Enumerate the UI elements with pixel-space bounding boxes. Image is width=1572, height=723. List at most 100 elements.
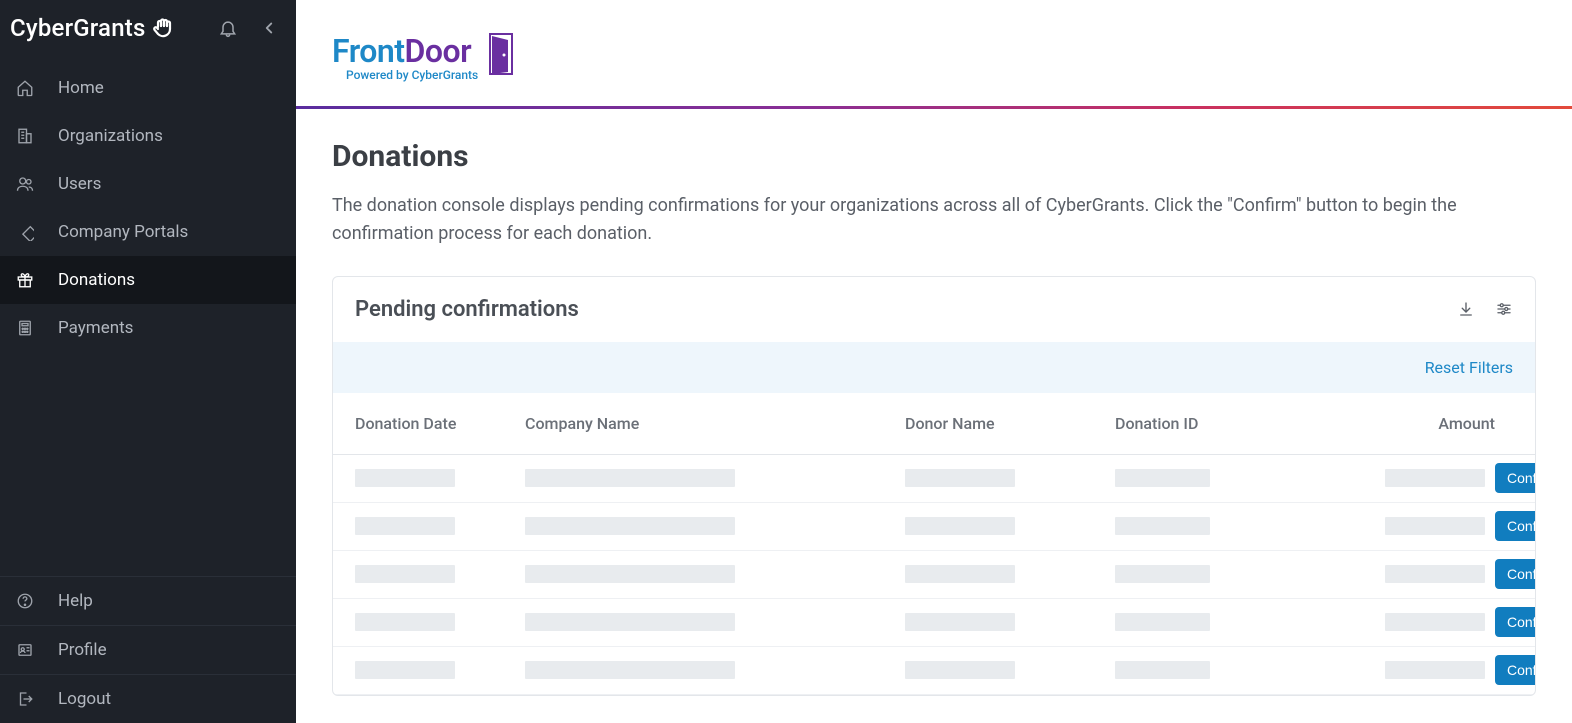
confirm-button[interactable]: Confirm (1495, 655, 1536, 685)
table-row: Confirm (333, 647, 1535, 695)
confirm-button[interactable]: Confirm (1495, 607, 1536, 637)
logo-door: Door (405, 32, 472, 70)
logo-text: FrontDoor Powered by CyberGrants (332, 32, 478, 82)
table-row: Confirm (333, 551, 1535, 599)
download-icon[interactable] (1457, 300, 1475, 318)
col-amount[interactable]: Amount (1295, 414, 1495, 433)
page-description: The donation console displays pending co… (332, 192, 1512, 248)
table-body: Confirm Confirm Confirm Confirm Confirm (333, 455, 1535, 695)
cell-donation-id (1115, 613, 1210, 631)
sidebar-header: CyberGrants (0, 0, 296, 56)
cell-donation-date (355, 469, 455, 487)
table-header: Donation Date Company Name Donor Name Do… (333, 393, 1535, 455)
sidebar-item-payments[interactable]: Payments (0, 304, 296, 352)
sidebar-item-label: Users (58, 174, 101, 194)
cell-amount (1385, 517, 1485, 535)
col-donation-date[interactable]: Donation Date (355, 414, 525, 433)
sidebar-item-label: Donations (58, 270, 135, 290)
sidebar-item-help[interactable]: Help (0, 576, 296, 625)
sidebar-item-logout[interactable]: Logout (0, 674, 296, 723)
collapse-icon[interactable] (260, 19, 278, 37)
cell-donor-name (905, 517, 1015, 535)
sidebar-item-organizations[interactable]: Organizations (0, 112, 296, 160)
sidebar-spacer (0, 352, 296, 568)
cell-donor-name (905, 469, 1015, 487)
col-donor-name[interactable]: Donor Name (905, 414, 1115, 433)
confirm-button[interactable]: Confirm (1495, 463, 1536, 493)
pending-confirmations-panel: Pending confirmations Reset Filters Dona… (332, 276, 1536, 696)
brand-name: CyberGrants (10, 14, 146, 42)
cell-donor-name (905, 661, 1015, 679)
logout-icon (14, 690, 36, 708)
page-title: Donations (332, 139, 1536, 174)
sidebar-item-label: Profile (58, 640, 107, 660)
sidebar-item-profile[interactable]: Profile (0, 625, 296, 674)
sidebar-item-label: Organizations (58, 126, 163, 146)
sidebar-item-label: Logout (58, 689, 111, 709)
diamond-icon (14, 223, 36, 241)
sidebar-item-donations[interactable]: Donations (0, 256, 296, 304)
hand-icon (152, 16, 176, 40)
cell-donation-date (355, 613, 455, 631)
calc-icon (14, 319, 36, 337)
main: FrontDoor Powered by CyberGrants Donatio… (296, 0, 1572, 723)
sidebar-item-label: Company Portals (58, 222, 188, 242)
panel-actions (1457, 300, 1513, 318)
cell-company-name (525, 469, 735, 487)
cell-amount (1385, 565, 1485, 583)
gift-icon (14, 271, 36, 289)
sidebar-item-label: Help (58, 591, 93, 611)
filter-settings-icon[interactable] (1495, 300, 1513, 318)
building-icon (14, 127, 36, 145)
cell-donor-name (905, 613, 1015, 631)
sidebar-nav: Home Organizations Users Company Portals… (0, 56, 296, 352)
users-icon (14, 175, 36, 193)
door-icon (488, 32, 518, 80)
pending-table: Donation Date Company Name Donor Name Do… (333, 393, 1535, 695)
cell-company-name (525, 517, 735, 535)
col-company-name[interactable]: Company Name (525, 414, 905, 433)
cell-company-name (525, 661, 735, 679)
sidebar-nav-bottom: Help Profile Logout (0, 568, 296, 723)
sidebar: CyberGrants (0, 0, 296, 723)
help-icon (14, 592, 36, 610)
logo-front: Front (332, 32, 405, 70)
sidebar-item-company-portals[interactable]: Company Portals (0, 208, 296, 256)
confirm-button[interactable]: Confirm (1495, 559, 1536, 589)
cell-donation-date (355, 517, 455, 535)
cell-amount (1385, 661, 1485, 679)
top-header: FrontDoor Powered by CyberGrants (296, 0, 1572, 106)
frontdoor-logo: FrontDoor Powered by CyberGrants (332, 32, 518, 82)
cell-company-name (525, 613, 735, 631)
table-row: Confirm (333, 599, 1535, 647)
cell-donation-id (1115, 565, 1210, 583)
cell-donation-date (355, 565, 455, 583)
header-actions (218, 18, 278, 38)
sidebar-item-label: Home (58, 78, 104, 98)
cell-donation-date (355, 661, 455, 679)
cell-donor-name (905, 565, 1015, 583)
cell-amount (1385, 469, 1485, 487)
cell-company-name (525, 565, 735, 583)
panel-title: Pending confirmations (355, 297, 579, 322)
sidebar-item-home[interactable]: Home (0, 64, 296, 112)
col-donation-id[interactable]: Donation ID (1115, 414, 1295, 433)
brand[interactable]: CyberGrants (10, 14, 176, 42)
home-icon (14, 79, 36, 97)
cell-amount (1385, 613, 1485, 631)
cell-donation-id (1115, 469, 1210, 487)
table-row: Confirm (333, 503, 1535, 551)
logo-subtitle: Powered by CyberGrants (332, 68, 478, 82)
cell-donation-id (1115, 517, 1210, 535)
table-row: Confirm (333, 455, 1535, 503)
id-icon (14, 641, 36, 659)
panel-header: Pending confirmations (333, 277, 1535, 342)
bell-icon[interactable] (218, 18, 238, 38)
sidebar-item-label: Payments (58, 318, 133, 338)
content: Donations The donation console displays … (296, 109, 1572, 723)
sidebar-item-users[interactable]: Users (0, 160, 296, 208)
cell-donation-id (1115, 661, 1210, 679)
reset-filters-link[interactable]: Reset Filters (1425, 358, 1513, 377)
confirm-button[interactable]: Confirm (1495, 511, 1536, 541)
filter-bar: Reset Filters (333, 342, 1535, 393)
